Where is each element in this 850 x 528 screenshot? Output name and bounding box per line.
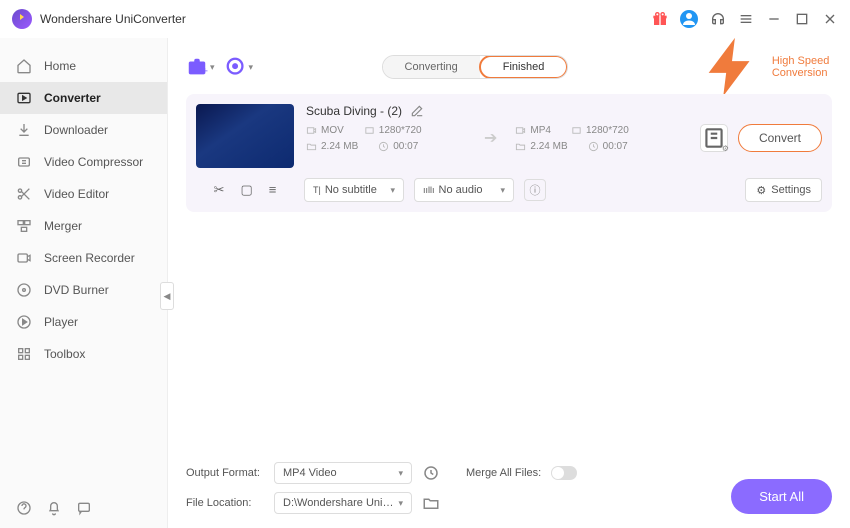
disc-icon bbox=[16, 282, 32, 298]
sidebar-item-converter[interactable]: Converter bbox=[0, 82, 167, 114]
converter-icon bbox=[16, 90, 32, 106]
output-format-dropdown[interactable]: MP4 Video bbox=[274, 462, 412, 484]
feedback-icon[interactable] bbox=[76, 500, 92, 516]
crop-icon[interactable]: ▢ bbox=[241, 182, 253, 198]
sidebar-item-editor[interactable]: Video Editor bbox=[0, 178, 167, 210]
dst-duration: 00:07 bbox=[603, 141, 628, 152]
app-title: Wondershare UniConverter bbox=[40, 12, 186, 26]
dst-size: 2.24 MB bbox=[530, 141, 567, 152]
sidebar-label: Player bbox=[44, 315, 78, 329]
file-location-dropdown[interactable]: D:\Wondershare UniConverter bbox=[274, 492, 412, 514]
sidebar-label: Toolbox bbox=[44, 347, 85, 361]
tab-converting[interactable]: Converting bbox=[383, 56, 480, 78]
user-avatar-icon[interactable] bbox=[680, 10, 698, 28]
menu-icon[interactable] bbox=[738, 11, 754, 27]
play-icon bbox=[16, 314, 32, 330]
output-settings-button[interactable] bbox=[700, 124, 728, 152]
clock-icon bbox=[588, 141, 599, 152]
video-icon bbox=[306, 125, 317, 136]
src-resolution: 1280*720 bbox=[379, 125, 422, 136]
sidebar-label: Downloader bbox=[44, 123, 108, 137]
sidebar-item-compressor[interactable]: Video Compressor bbox=[0, 146, 167, 178]
sidebar-label: Merger bbox=[44, 219, 82, 233]
add-dvd-button[interactable]: ▾ bbox=[225, 56, 254, 78]
content-area: + ▾ ▾ Converting Finished High Speed Con… bbox=[168, 38, 850, 528]
svg-text:+: + bbox=[202, 65, 208, 77]
video-thumbnail[interactable] bbox=[196, 104, 294, 168]
merge-toggle[interactable] bbox=[551, 466, 577, 480]
start-all-button[interactable]: Start All bbox=[731, 479, 832, 514]
sidebar-item-player[interactable]: Player bbox=[0, 306, 167, 338]
sidebar-item-dvd[interactable]: DVD Burner bbox=[0, 274, 167, 306]
sidebar-item-toolbox[interactable]: Toolbox bbox=[0, 338, 167, 370]
arrow-right-icon: ➔ bbox=[484, 128, 497, 148]
file-location-label: File Location: bbox=[186, 497, 264, 509]
dst-resolution: 1280*720 bbox=[586, 125, 629, 136]
recorder-icon bbox=[16, 250, 32, 266]
app-logo-icon bbox=[12, 9, 32, 29]
file-card: Scuba Diving - (2) MOV 1280*720 2.24 MB … bbox=[186, 94, 832, 212]
audio-dropdown[interactable]: ııllıNo audio bbox=[414, 178, 514, 202]
settings-button[interactable]: ⚙Settings bbox=[745, 178, 822, 202]
gear-icon: ⚙ bbox=[756, 184, 766, 197]
maximize-icon[interactable] bbox=[794, 11, 810, 27]
tab-group: Converting Finished bbox=[382, 55, 569, 79]
high-speed-label: High Speed Conversion bbox=[772, 55, 832, 79]
headset-icon[interactable] bbox=[710, 11, 726, 27]
sidebar-label: Screen Recorder bbox=[44, 251, 135, 265]
src-size: 2.24 MB bbox=[321, 141, 358, 152]
compressor-icon bbox=[16, 154, 32, 170]
home-icon bbox=[16, 58, 32, 74]
dst-format: MP4 bbox=[530, 125, 551, 136]
merger-icon bbox=[16, 218, 32, 234]
resolution-icon bbox=[364, 125, 375, 136]
gpu-icon[interactable] bbox=[422, 464, 440, 482]
info-button[interactable]: ⓘ bbox=[524, 179, 546, 201]
merge-label: Merge All Files: bbox=[466, 467, 541, 479]
src-duration: 00:07 bbox=[393, 141, 418, 152]
scissors-icon bbox=[16, 186, 32, 202]
sidebar-label: Home bbox=[44, 59, 76, 73]
help-icon[interactable] bbox=[16, 500, 32, 516]
sidebar-item-recorder[interactable]: Screen Recorder bbox=[0, 242, 167, 274]
sidebar-item-downloader[interactable]: Downloader bbox=[0, 114, 167, 146]
download-icon bbox=[16, 122, 32, 138]
high-speed-toggle[interactable]: High Speed Conversion bbox=[697, 32, 832, 102]
close-icon[interactable] bbox=[822, 11, 838, 27]
tab-finished[interactable]: Finished bbox=[479, 55, 569, 79]
edit-title-icon[interactable] bbox=[410, 104, 424, 118]
open-folder-icon[interactable] bbox=[422, 494, 440, 512]
folder-icon bbox=[306, 141, 317, 152]
file-title: Scuba Diving - (2) bbox=[306, 104, 402, 118]
folder-icon bbox=[515, 141, 526, 152]
bell-icon[interactable] bbox=[46, 500, 62, 516]
sidebar-item-home[interactable]: Home bbox=[0, 50, 167, 82]
sidebar-item-merger[interactable]: Merger bbox=[0, 210, 167, 242]
sidebar-collapse-button[interactable]: ◀ bbox=[160, 282, 174, 310]
gift-icon[interactable] bbox=[652, 11, 668, 27]
minimize-icon[interactable] bbox=[766, 11, 782, 27]
sidebar-label: Converter bbox=[44, 91, 101, 105]
effect-icon[interactable]: ≡ bbox=[269, 182, 277, 198]
src-format: MOV bbox=[321, 125, 344, 136]
sidebar-label: DVD Burner bbox=[44, 283, 109, 297]
sidebar-label: Video Compressor bbox=[44, 155, 143, 169]
video-icon bbox=[515, 125, 526, 136]
clock-icon bbox=[378, 141, 389, 152]
subtitle-dropdown[interactable]: T|No subtitle bbox=[304, 178, 404, 202]
add-file-button[interactable]: + ▾ bbox=[186, 56, 215, 78]
trim-icon[interactable]: ✂ bbox=[214, 182, 225, 198]
sidebar: Home Converter Downloader Video Compress… bbox=[0, 38, 168, 528]
convert-button[interactable]: Convert bbox=[738, 124, 822, 152]
resolution-icon bbox=[571, 125, 582, 136]
sidebar-label: Video Editor bbox=[44, 187, 109, 201]
grid-icon bbox=[16, 346, 32, 362]
output-format-label: Output Format: bbox=[186, 467, 264, 479]
